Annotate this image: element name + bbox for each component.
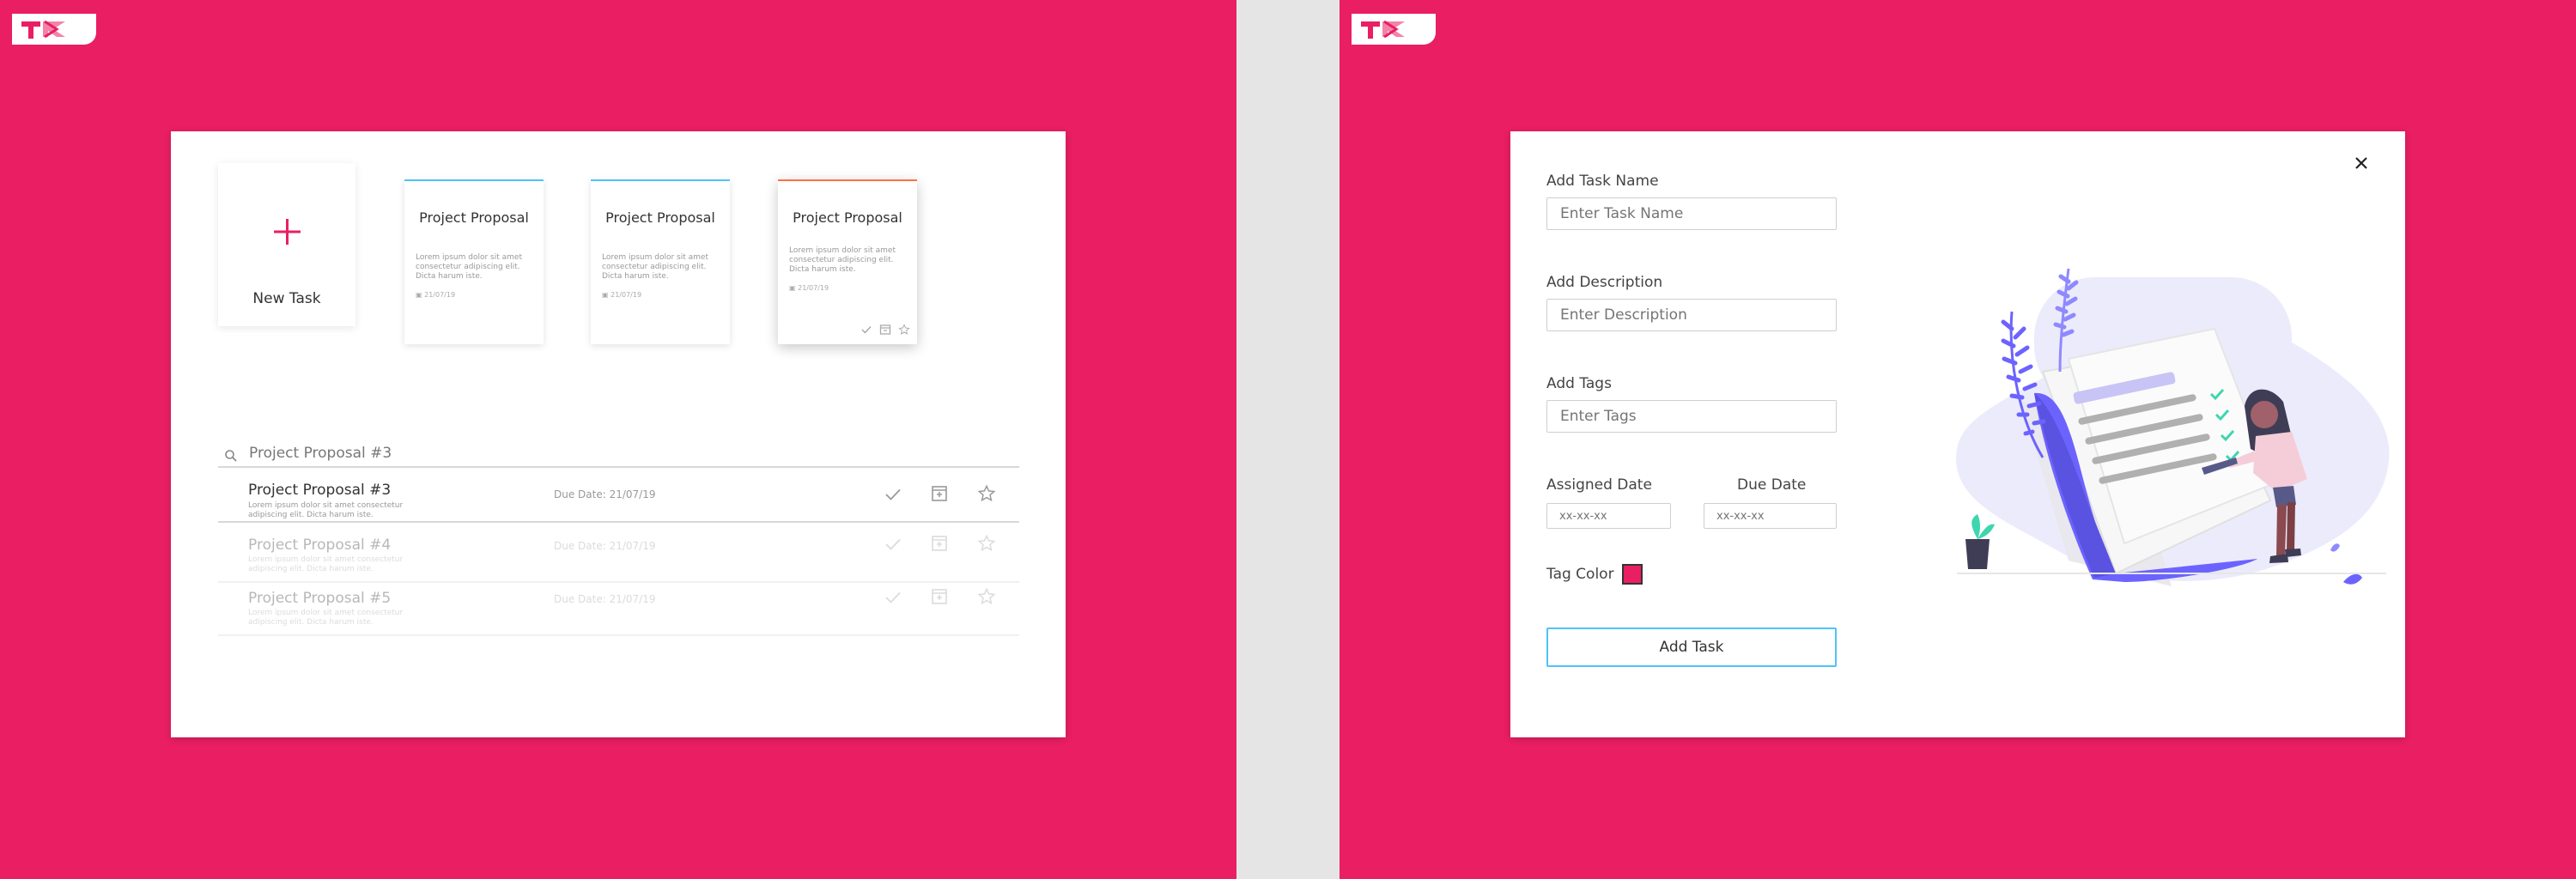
task-name-label: Add Task Name xyxy=(1546,173,1659,190)
project-card-hovered[interactable]: Project Proposal Lorem ipsum dolor sit a… xyxy=(778,179,917,344)
check-icon[interactable] xyxy=(884,536,902,552)
project-card-body: Lorem ipsum dolor sit amet consectetur a… xyxy=(416,253,522,281)
app-logo[interactable] xyxy=(12,14,96,45)
task-row-description: Lorem ipsum dolor sit amet consectetur a… xyxy=(248,501,404,519)
star-icon[interactable] xyxy=(898,324,910,336)
check-icon[interactable] xyxy=(884,487,902,502)
task-checklist-illustration xyxy=(1956,268,2390,586)
tag-color-label: Tag Color xyxy=(1546,566,1614,583)
new-task-tile[interactable]: New Task xyxy=(218,163,355,326)
due-date-label: Due Date xyxy=(1737,476,1807,494)
add-task-screen: Add Task Name Add Description Add Tags A… xyxy=(1340,0,2576,879)
archive-icon[interactable] xyxy=(931,535,948,552)
search-input[interactable] xyxy=(247,444,852,463)
logo-mark-icon xyxy=(21,20,65,39)
calendar-icon: ▣ xyxy=(789,284,796,292)
check-icon[interactable] xyxy=(860,324,872,336)
description-input[interactable] xyxy=(1546,299,1837,331)
task-row[interactable]: Project Proposal #5 Lorem ipsum dolor si… xyxy=(218,583,1019,636)
search-icon xyxy=(225,450,237,462)
task-row-due-date: Due Date: 21/07/19 xyxy=(554,540,656,552)
add-task-dialog: Add Task Name Add Description Add Tags A… xyxy=(1510,131,2405,737)
new-task-label: New Task xyxy=(252,290,321,307)
close-icon[interactable] xyxy=(2351,153,2372,173)
tags-label: Add Tags xyxy=(1546,375,1612,392)
task-row-description: Lorem ipsum dolor sit amet consectetur a… xyxy=(248,555,404,573)
task-row-due-date: Due Date: 21/07/19 xyxy=(554,488,656,500)
app-logo[interactable] xyxy=(1352,14,1436,45)
logo-mark-icon xyxy=(1361,20,1405,39)
tags-input[interactable] xyxy=(1546,400,1837,433)
task-board-card: New Task Project Proposal Lorem ipsum do… xyxy=(171,131,1066,737)
archive-icon[interactable] xyxy=(931,588,948,605)
assigned-date-label: Assigned Date xyxy=(1546,476,1652,494)
tag-color-swatch[interactable] xyxy=(1622,564,1643,585)
project-card-body: Lorem ipsum dolor sit amet consectetur a… xyxy=(789,246,896,274)
star-icon[interactable] xyxy=(977,484,996,503)
task-search-bar xyxy=(218,442,1019,468)
project-card-date-text: 21/07/19 xyxy=(798,284,829,292)
project-card[interactable]: Project Proposal Lorem ipsum dolor sit a… xyxy=(404,179,544,344)
project-card-date: ▣ 21/07/19 xyxy=(416,291,455,299)
task-row-actions xyxy=(879,586,999,609)
archive-icon[interactable] xyxy=(879,324,891,336)
assigned-date-input[interactable] xyxy=(1546,503,1671,529)
project-card-date: ▣ 21/07/19 xyxy=(789,284,829,292)
task-row[interactable]: Project Proposal #3 Lorem ipsum dolor si… xyxy=(218,470,1019,523)
project-card-title: Project Proposal xyxy=(793,209,902,226)
task-row-title: Project Proposal #4 xyxy=(248,536,392,554)
task-row-actions xyxy=(879,533,999,555)
task-list-screen: New Task Project Proposal Lorem ipsum do… xyxy=(0,0,1236,879)
task-row-title: Project Proposal #3 xyxy=(248,482,392,499)
project-card-date: ▣ 21/07/19 xyxy=(602,291,641,299)
task-row-title: Project Proposal #5 xyxy=(248,590,392,607)
project-card-title: Project Proposal xyxy=(419,209,529,226)
project-card-actions xyxy=(860,324,910,336)
task-row-due-date: Due Date: 21/07/19 xyxy=(554,593,656,605)
calendar-icon: ▣ xyxy=(602,291,609,299)
task-row-description: Lorem ipsum dolor sit amet consectetur a… xyxy=(248,609,404,627)
project-card-title: Project Proposal xyxy=(605,209,715,226)
plus-icon xyxy=(274,219,301,245)
add-task-button[interactable]: Add Task xyxy=(1546,627,1837,667)
project-card-date-text: 21/07/19 xyxy=(424,291,456,299)
project-card-date-text: 21/07/19 xyxy=(611,291,642,299)
description-label: Add Description xyxy=(1546,274,1663,291)
due-date-input[interactable] xyxy=(1704,503,1837,529)
star-icon[interactable] xyxy=(977,534,996,553)
check-icon[interactable] xyxy=(884,590,902,605)
task-row-actions xyxy=(879,483,999,506)
task-row[interactable]: Project Proposal #4 Lorem ipsum dolor si… xyxy=(218,530,1019,583)
calendar-icon: ▣ xyxy=(416,291,422,299)
star-icon[interactable] xyxy=(977,587,996,606)
project-card-body: Lorem ipsum dolor sit amet consectetur a… xyxy=(602,253,708,281)
task-name-input[interactable] xyxy=(1546,197,1837,230)
archive-icon[interactable] xyxy=(931,485,948,502)
project-card[interactable]: Project Proposal Lorem ipsum dolor sit a… xyxy=(591,179,730,344)
